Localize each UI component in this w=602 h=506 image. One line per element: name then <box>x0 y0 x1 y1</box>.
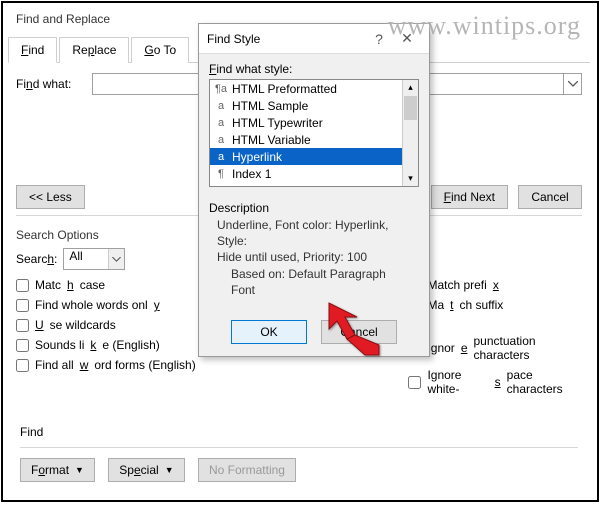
caret-down-icon: ▼ <box>75 465 84 475</box>
list-item-selected[interactable]: aHyperlink <box>210 148 418 165</box>
ignore-punctuation-checkbox[interactable]: Ignore punctuation characters <box>408 334 582 362</box>
description-text: Underline, Font color: Hyperlink, Style:… <box>209 217 419 298</box>
list-item[interactable]: ¶aHTML Preformatted <box>210 80 418 97</box>
search-direction-combo[interactable]: All <box>63 248 125 270</box>
match-suffix-checkbox[interactable]: Match suffix <box>408 298 582 312</box>
char-icon: a <box>214 100 228 112</box>
find-what-label: Find what: <box>16 77 86 91</box>
list-item[interactable]: aHTML Typewriter <box>210 114 418 131</box>
help-icon[interactable]: ? <box>365 31 393 47</box>
find-section-label: Find <box>20 425 578 439</box>
find-style-title: Find Style <box>207 32 365 46</box>
search-direction-value: All <box>64 249 82 263</box>
chevron-down-icon[interactable] <box>563 74 581 94</box>
ok-button[interactable]: OK <box>231 320 307 344</box>
caret-down-icon: ▼ <box>165 465 174 475</box>
style-listbox[interactable]: ¶aHTML Preformatted aHTML Sample aHTML T… <box>209 79 419 187</box>
char-icon: a <box>214 134 228 146</box>
no-formatting-button: No Formatting <box>198 458 296 482</box>
ignore-whitespace-checkbox[interactable]: Ignore white-space characters <box>408 368 582 396</box>
find-what-style-label: Find what style: <box>209 62 419 76</box>
list-item[interactable]: ¶Index 1 <box>210 165 418 182</box>
scroll-down-icon[interactable]: ▾ <box>403 171 418 186</box>
char-icon: a <box>214 117 228 129</box>
scrollbar[interactable]: ▴ ▾ <box>402 80 418 186</box>
find-style-cancel-button[interactable]: Cancel <box>321 320 397 344</box>
special-button[interactable]: Special▼ <box>108 458 184 482</box>
paragraph-icon: ¶a <box>214 83 228 95</box>
chevron-down-icon[interactable] <box>108 249 124 269</box>
format-button[interactable]: Format▼ <box>20 458 95 482</box>
close-icon[interactable]: ✕ <box>393 30 421 47</box>
description-label: Description <box>209 201 419 215</box>
tab-replace[interactable]: Replace <box>59 37 129 63</box>
search-direction-label: Search: <box>16 252 57 266</box>
tab-goto[interactable]: Go To <box>131 37 189 63</box>
match-prefix-checkbox[interactable]: Match prefix <box>408 278 582 292</box>
char-icon: a <box>214 151 228 163</box>
find-next-button[interactable]: Find Next <box>431 185 508 209</box>
paragraph-icon: ¶ <box>214 168 228 180</box>
list-item[interactable]: aHTML Variable <box>210 131 418 148</box>
list-item[interactable]: aHTML Sample <box>210 97 418 114</box>
word-forms-checkbox[interactable]: Find all word forms (English) <box>16 358 278 372</box>
less-button[interactable]: << Less <box>16 185 85 209</box>
find-style-dialog: Find Style ? ✕ Find what style: ¶aHTML P… <box>198 23 430 357</box>
scroll-thumb[interactable] <box>404 96 417 120</box>
scroll-up-icon[interactable]: ▴ <box>403 80 418 95</box>
tab-find[interactable]: Find <box>8 37 57 63</box>
cancel-button[interactable]: Cancel <box>518 185 582 209</box>
